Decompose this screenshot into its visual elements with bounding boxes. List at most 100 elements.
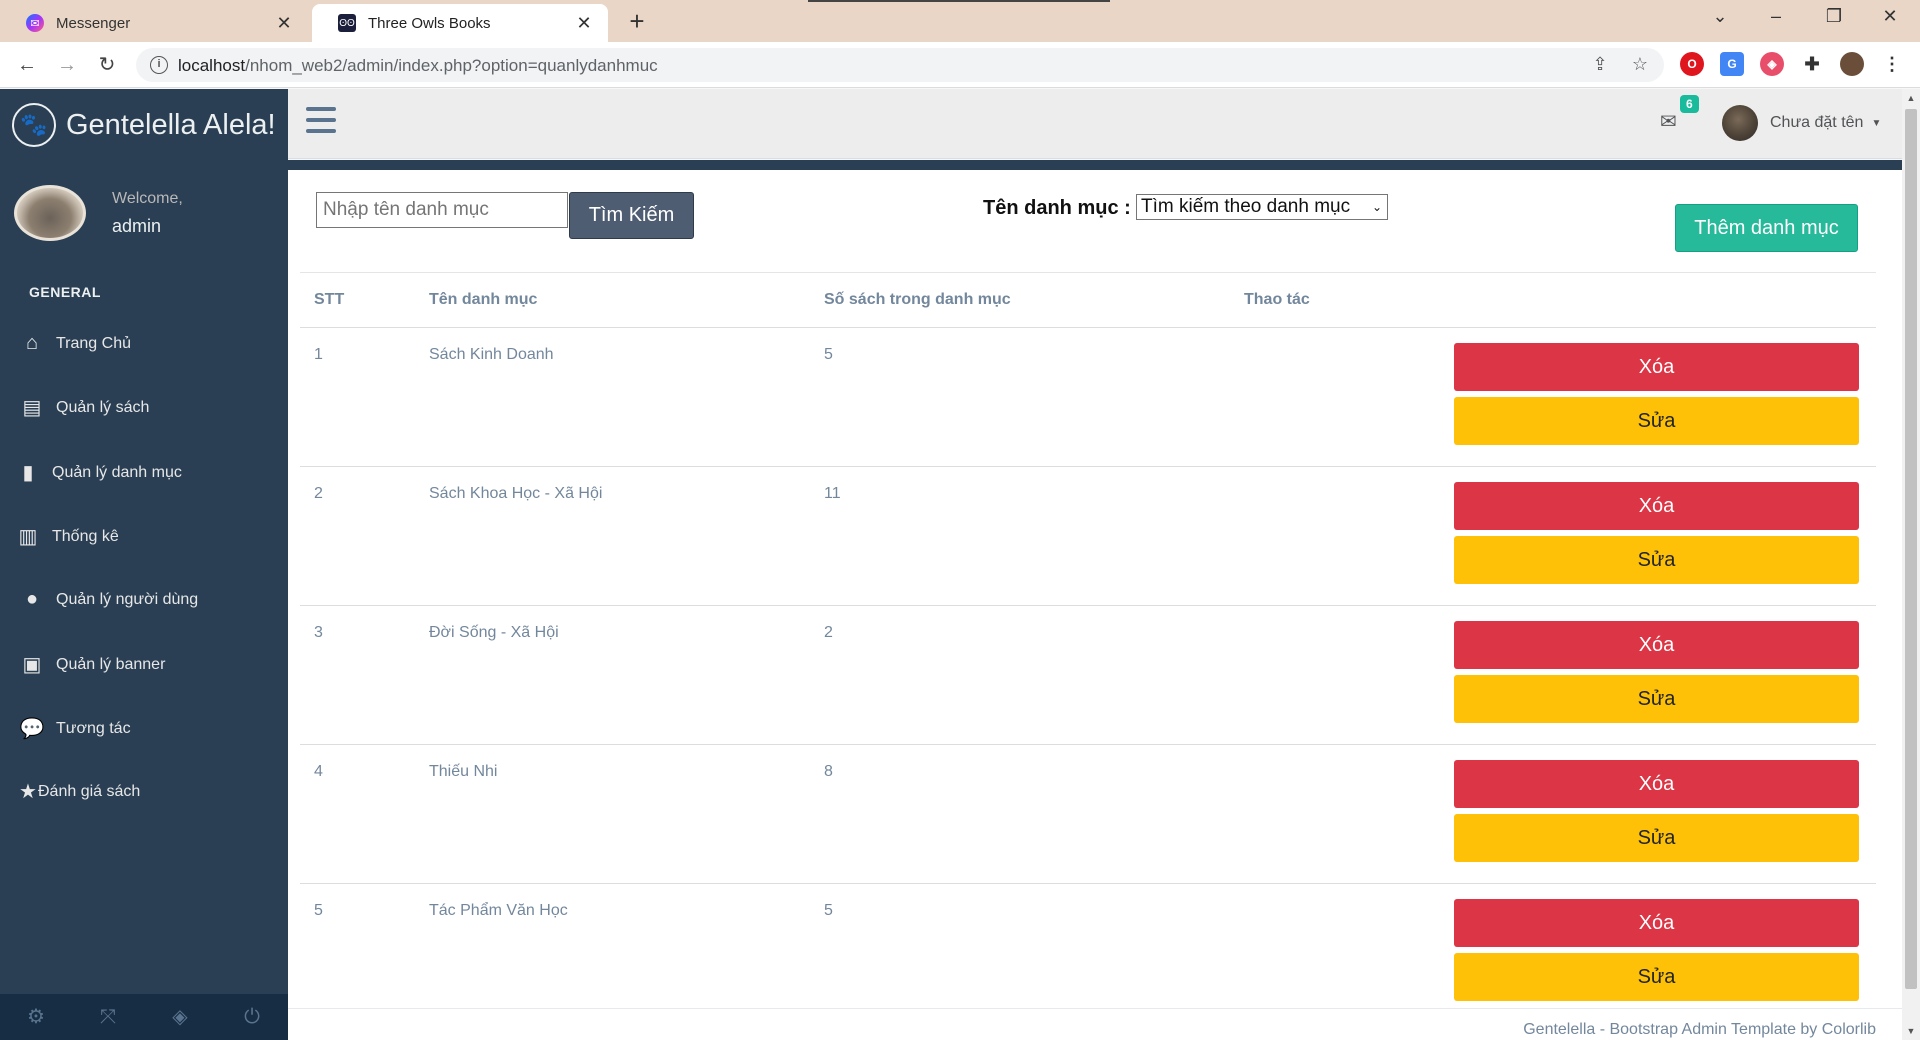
sidebar-item-quan-ly-banner[interactable]: ▣ Quản lý banner [18,652,166,677]
close-icon[interactable]: ✕ [274,13,294,34]
sidebar-item-danh-gia-sach[interactable]: ★ Đánh giá sách [18,779,140,804]
sidebar-item-label: Thống kê [52,527,119,545]
extensions-puzzle-icon[interactable]: ✚ [1800,52,1824,76]
back-icon[interactable]: ← [12,50,42,80]
sidebar-item-trang-chu[interactable]: ⌂ Trang Chủ [18,332,131,355]
reload-icon[interactable]: ↻ [92,50,122,80]
chevron-down-icon: ▼ [1871,117,1882,129]
browser-tab-messenger[interactable]: ✉ Messenger ✕ [0,4,308,42]
bar-chart-icon: ▥ [18,526,38,548]
nav-divider [288,160,1902,170]
cell-stt: 3 [314,624,323,641]
url-host: localhost [178,56,246,75]
table-row: 4 Thiếu Nhi 8 Xóa Sửa [300,745,1876,884]
sidebar-item-quan-ly-sach[interactable]: ▤ Quản lý sách [18,395,150,420]
mail-icon[interactable]: ✉ [1660,109,1677,134]
new-tab-button[interactable]: + [622,6,652,37]
delete-button[interactable]: Xóa [1454,899,1859,947]
category-filter-select[interactable]: Tìm kiếm theo danh mục ⌄ [1136,194,1388,220]
translate-extension-icon[interactable]: G [1720,52,1744,76]
sidebar-item-thong-ke[interactable]: ▥ Thống kê [14,524,119,549]
user-icon: ● [25,588,39,610]
tab-search-icon[interactable]: ⌄ [1700,6,1740,27]
profile-username: admin [112,215,162,236]
profile-block: Welcome, admin [14,185,183,241]
window-close-icon[interactable]: ✕ [1870,6,1910,27]
table-header: STT Tên danh mục Số sách trong danh mục … [300,272,1876,328]
sidebar-item-tuong-tac[interactable]: 💬 Tương tác [18,716,131,741]
opera-extension-icon[interactable]: O [1680,52,1704,76]
edit-button[interactable]: Sửa [1454,397,1859,445]
owl-icon: ʘʘ [338,14,356,32]
category-table: STT Tên danh mục Số sách trong danh mục … [300,272,1876,1023]
image-icon: ▣ [22,654,42,676]
cell-name: Đời Sống - Xã Hội [429,624,559,641]
sidebar-item-label: Đánh giá sách [38,782,141,800]
scroll-thumb[interactable] [1905,109,1917,989]
edit-button[interactable]: Sửa [1454,536,1859,584]
avatar [1722,105,1758,141]
brand[interactable]: 🐾 Gentelella Alela! [12,103,276,147]
delete-button[interactable]: Xóa [1454,343,1859,391]
user-name: Chưa đặt tên [1770,114,1864,131]
close-icon[interactable]: ✕ [574,13,594,34]
address-bar: ← → ↻ i localhost/nhom_web2/admin/index.… [0,42,1920,88]
delete-button[interactable]: Xóa [1454,482,1859,530]
restore-icon[interactable]: ❐ [1814,6,1854,27]
forward-icon[interactable]: → [52,50,82,80]
filter-label: Tên danh mục : [983,197,1131,219]
sidebar: 🐾 Gentelella Alela! Welcome, admin GENER… [0,89,288,1040]
scroll-down-icon[interactable]: ▼ [1902,1022,1920,1040]
cell-count: 5 [824,902,833,919]
add-category-button[interactable]: Thêm danh mục [1675,204,1858,252]
mail-count-badge: 6 [1680,95,1699,113]
browser-menu-icon[interactable]: ⋮ [1880,52,1904,76]
user-dropdown[interactable]: Chưa đặt tên ▼ [1722,105,1881,141]
shield-extension-icon[interactable]: ◈ [1760,52,1784,76]
browser-tab-strip: ✉ Messenger ✕ ʘʘ Three Owls Books ✕ + ⌄ … [0,0,1920,42]
sidebar-item-label: Trang Chủ [56,334,131,352]
filter-selected-value: Tìm kiếm theo danh mục [1141,196,1351,217]
logout-icon[interactable]: ⏻ [216,994,288,1040]
fullscreen-icon[interactable]: ⤧ [72,994,144,1040]
search-input[interactable] [316,192,568,228]
page-footer: Gentelella - Bootstrap Admin Template by… [288,1008,1902,1040]
cell-name: Sách Khoa Học - Xã Hội [429,485,603,502]
page-scrollbar[interactable]: ▲ ▼ [1902,89,1920,1040]
sidebar-item-label: Quản lý người dùng [56,590,199,608]
url-input[interactable]: i localhost/nhom_web2/admin/index.php?op… [136,48,1664,82]
sidebar-item-quan-ly-danh-muc[interactable]: ▮ Quản lý danh mục [14,460,181,485]
lock-icon[interactable]: ◈ [144,994,216,1040]
footer-credit: Gentelella - Bootstrap Admin Template by… [1523,1021,1876,1038]
edit-button[interactable]: Sửa [1454,675,1859,723]
tab-strip-divider [808,0,1110,2]
book-icon: ▤ [22,397,42,419]
star-icon: ★ [19,781,37,803]
scroll-up-icon[interactable]: ▲ [1902,89,1920,107]
delete-button[interactable]: Xóa [1454,760,1859,808]
cell-count: 5 [824,346,833,363]
minimize-icon[interactable]: – [1756,6,1796,27]
bookmark-star-icon[interactable]: ☆ [1628,54,1652,75]
table-row: 3 Đời Sống - Xã Hội 2 Xóa Sửa [300,606,1876,745]
sidebar-item-label: Quản lý banner [56,655,166,673]
column-header-stt: STT [314,291,345,308]
site-info-icon[interactable]: i [150,56,168,74]
menu-toggle-icon[interactable] [306,107,336,133]
table-row: 2 Sách Khoa Học - Xã Hội 11 Xóa Sửa [300,467,1876,606]
browser-tab-three-owls[interactable]: ʘʘ Three Owls Books ✕ [312,4,608,42]
brand-title: Gentelella Alela! [66,108,276,141]
edit-button[interactable]: Sửa [1454,814,1859,862]
share-icon[interactable]: ⇪ [1588,54,1612,75]
tab-title: Three Owls Books [368,14,491,32]
search-button[interactable]: Tìm Kiếm [569,192,694,239]
delete-button[interactable]: Xóa [1454,621,1859,669]
cell-name: Sách Kinh Doanh [429,346,554,363]
profile-avatar-icon[interactable] [1840,52,1864,76]
top-nav: ✉ 6 Chưa đặt tên ▼ [288,89,1920,159]
settings-icon[interactable]: ⚙ [0,994,72,1040]
edit-button[interactable]: Sửa [1454,953,1859,1001]
cell-name: Tác Phẩm Văn Học [429,902,568,919]
sidebar-item-quan-ly-nguoi-dung[interactable]: ● Quản lý người dùng [18,588,198,611]
column-header-count: Số sách trong danh mục [824,291,1011,308]
